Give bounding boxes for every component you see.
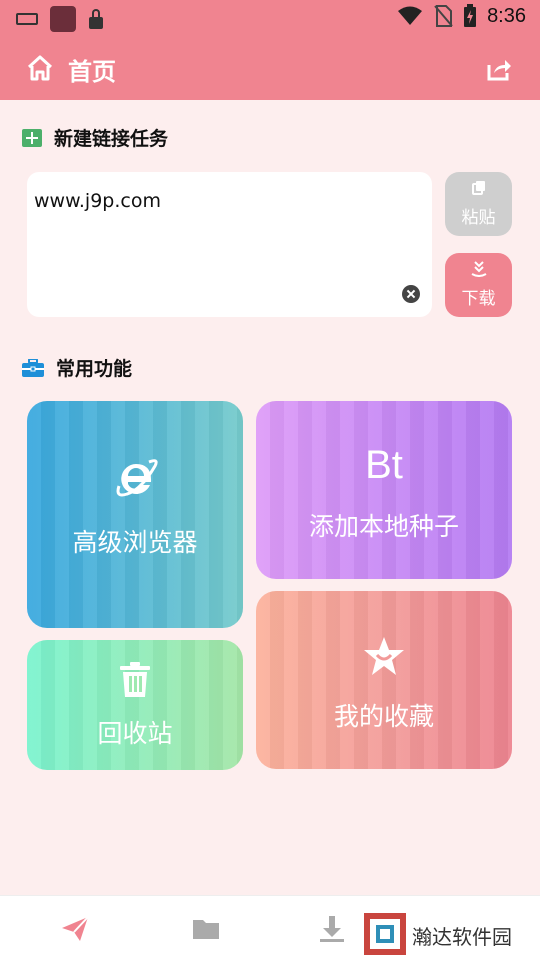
clear-icon[interactable] <box>402 285 420 303</box>
recycle-bin-tile[interactable]: 回收站 <box>27 640 243 770</box>
new-link-heading: 新建链接任务 <box>22 124 168 151</box>
url-input-value: www.j9p.com <box>34 190 161 212</box>
new-link-heading-text: 新建链接任务 <box>54 128 169 150</box>
clock: 8:36 <box>487 4 526 27</box>
ie-browser-icon <box>116 459 158 497</box>
features-heading: 常用功能 <box>22 354 132 381</box>
send-icon[interactable] <box>60 914 90 944</box>
download-button[interactable]: 下载 <box>445 253 512 317</box>
watermark-logo <box>364 913 406 955</box>
toolbox-icon <box>22 358 44 377</box>
folder-icon[interactable] <box>191 914 221 944</box>
paste-icon <box>472 181 485 195</box>
bt-icon: Bt <box>365 443 403 487</box>
download-label: 下载 <box>461 289 496 309</box>
app-bar: 首页 <box>0 36 540 100</box>
my-favorites-tile[interactable]: 我的收藏 <box>256 591 512 769</box>
add-local-torrent-label: 添加本地种子 <box>308 512 459 541</box>
download-arrow-icon <box>471 261 487 277</box>
star-icon <box>364 637 404 675</box>
add-icon <box>22 128 42 147</box>
recycle-bin-label: 回收站 <box>97 719 173 748</box>
features-heading-text: 常用功能 <box>56 358 133 380</box>
keyboard-icon <box>16 13 38 25</box>
add-local-torrent-tile[interactable]: Bt 添加本地种子 <box>256 401 512 579</box>
page-title: 首页 <box>68 58 116 86</box>
paste-label: 粘贴 <box>461 208 496 228</box>
battery-icon <box>464 4 477 27</box>
url-input[interactable]: www.j9p.com <box>27 172 432 317</box>
download-icon[interactable] <box>317 914 347 944</box>
status-bar: 8:36 <box>0 0 540 36</box>
lock-icon <box>88 9 104 29</box>
wifi-icon <box>398 6 423 25</box>
home-icon[interactable] <box>26 54 54 82</box>
advanced-browser-tile[interactable]: 高级浏览器 <box>27 401 243 628</box>
app-notification-icon <box>50 6 76 32</box>
no-sim-icon <box>434 5 453 27</box>
share-icon[interactable] <box>486 56 512 82</box>
my-favorites-label: 我的收藏 <box>333 702 434 731</box>
watermark: 瀚达软件园 <box>362 911 522 957</box>
advanced-browser-label: 高级浏览器 <box>72 528 198 557</box>
paste-button[interactable]: 粘贴 <box>445 172 512 236</box>
trash-icon <box>120 662 150 697</box>
watermark-text: 瀚达软件园 <box>412 925 512 949</box>
